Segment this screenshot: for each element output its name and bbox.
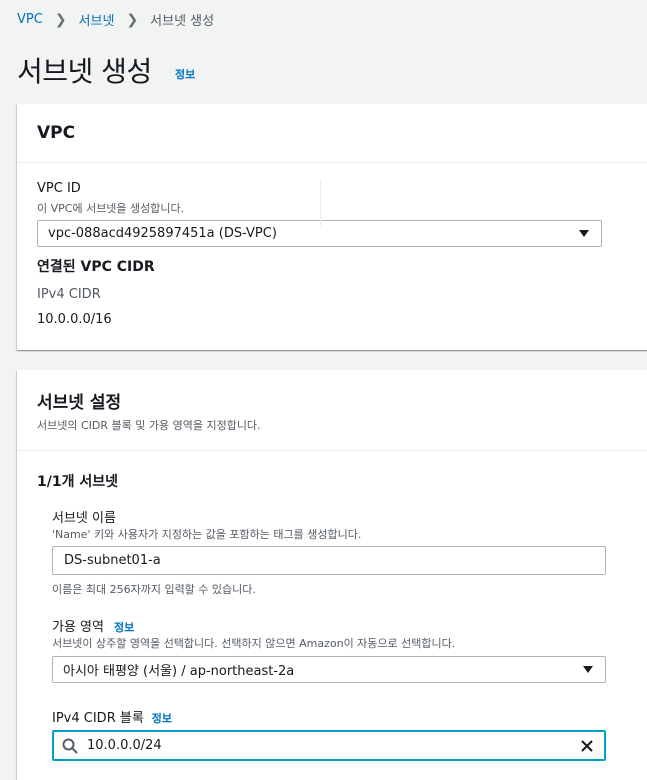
- ipv4-cidr-block-info-link[interactable]: 정보: [152, 710, 172, 726]
- vpc-id-label: VPC ID: [37, 181, 81, 196]
- availability-zone-value: 아시아 태평양 (서울) / ap-northeast-2a: [63, 664, 295, 679]
- caret-down-icon: [583, 666, 593, 673]
- subnet-count-heading: 1/1개 서브넷: [37, 474, 118, 490]
- vpc-panel-heading: VPC: [37, 123, 76, 143]
- vpc-panel: VPC VPC ID 이 VPC에 서브넷을 생성합니다. vpc-088acd…: [17, 104, 647, 350]
- vpc-id-description: 이 VPC에 서브넷을 생성합니다.: [37, 202, 185, 215]
- subnet-settings-description: 서브넷의 CIDR 블록 및 가용 영역을 지정합니다.: [37, 419, 261, 432]
- page-title: 서브넷 생성: [17, 55, 152, 88]
- column-divider: [320, 180, 321, 226]
- associated-cidr-heading: 연결된 VPC CIDR: [37, 259, 155, 275]
- ipv4-cidr-block-input[interactable]: 10.0.0.0/24: [52, 730, 606, 761]
- availability-zone-info-link[interactable]: 정보: [114, 619, 134, 635]
- ipv4-cidr-block-label: IPv4 CIDR 블록: [52, 711, 144, 726]
- availability-zone-description: 서브넷이 상주할 영역을 선택합니다. 선택하지 않으면 Amazon이 자동으…: [52, 637, 456, 650]
- availability-zone-select[interactable]: 아시아 태평양 (서울) / ap-northeast-2a: [52, 656, 606, 683]
- chevron-right-icon: ❯: [126, 11, 139, 28]
- subnet-name-input[interactable]: DS-subnet01-a: [52, 546, 606, 575]
- breadcrumb-vpc-link[interactable]: VPC: [17, 12, 43, 27]
- ipv4-cidr-label: IPv4 CIDR: [37, 287, 101, 302]
- ipv4-cidr-block-value: 10.0.0.0/24: [87, 738, 162, 753]
- subnet-name-value: DS-subnet01-a: [64, 553, 161, 568]
- close-icon[interactable]: [580, 739, 594, 753]
- subnet-name-label: 서브넷 이름: [52, 511, 116, 526]
- page-info-link[interactable]: 정보: [175, 66, 195, 82]
- subnet-settings-header: 서브넷 설정 서브넷의 CIDR 블록 및 가용 영역을 지정합니다.: [17, 370, 647, 451]
- vpc-id-value: vpc-088acd4925897451a (DS-VPC): [48, 226, 277, 241]
- caret-down-icon: [579, 230, 589, 237]
- subnet-settings-heading: 서브넷 설정: [37, 393, 122, 413]
- breadcrumb-subnets-link[interactable]: 서브넷: [79, 10, 115, 29]
- availability-zone-label-row: 가용 영역 정보: [52, 616, 134, 635]
- subnet-settings-panel: 서브넷 설정 서브넷의 CIDR 블록 및 가용 영역을 지정합니다. 1/1개…: [17, 370, 647, 780]
- subnet-name-description: 'Name' 키와 사용자가 지정하는 값을 포함하는 태그를 생성합니다.: [52, 528, 362, 541]
- ipv4-cidr-block-label-row: IPv4 CIDR 블록 정보: [52, 707, 172, 726]
- search-icon: [62, 738, 78, 753]
- chevron-right-icon: ❯: [54, 11, 67, 28]
- availability-zone-label: 가용 영역: [52, 620, 104, 635]
- breadcrumb-current: 서브넷 생성: [150, 14, 215, 29]
- vpc-panel-header: VPC: [17, 104, 647, 163]
- ipv4-cidr-value: 10.0.0.0/16: [37, 312, 112, 327]
- breadcrumb: VPC ❯ 서브넷 ❯ 서브넷 생성: [17, 10, 215, 30]
- subnet-name-hint: 이름은 최대 256자까지 입력할 수 있습니다.: [52, 583, 256, 596]
